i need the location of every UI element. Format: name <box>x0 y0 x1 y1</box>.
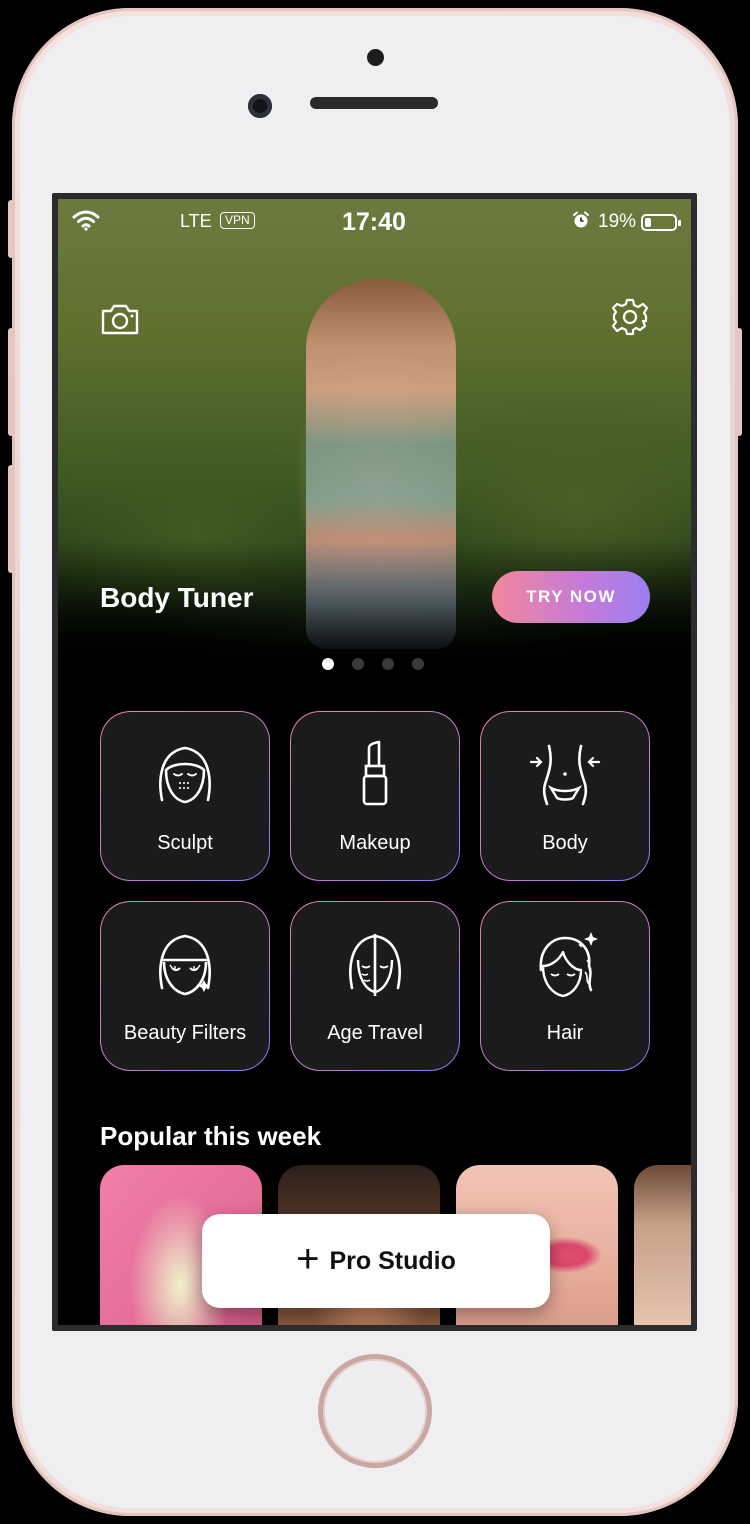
gear-icon <box>611 298 649 336</box>
clock: 17:40 <box>342 208 406 236</box>
face-sculpt-icon <box>159 746 211 804</box>
feature-sculpt[interactable]: Sculpt <box>100 711 270 881</box>
pro-studio-button[interactable]: + Pro Studio <box>202 1214 550 1308</box>
hero-banner[interactable]: LTE VPN 17:40 19% Body Tuner TRY NOW <box>58 199 691 661</box>
feature-label: Age Travel <box>327 1022 423 1044</box>
battery-icon <box>641 214 681 231</box>
lipstick-icon <box>362 740 388 806</box>
feature-label: Body <box>542 832 588 854</box>
pagination-dot[interactable] <box>412 658 424 670</box>
feature-label: Sculpt <box>157 832 213 854</box>
battery-percent: 19% <box>598 211 637 232</box>
front-camera <box>248 94 272 118</box>
feature-label: Makeup <box>339 832 411 854</box>
feature-body[interactable]: Body <box>480 711 650 881</box>
earpiece-speaker <box>310 97 438 109</box>
pagination-dot[interactable] <box>382 658 394 670</box>
pro-studio-label: Pro Studio <box>329 1246 456 1275</box>
try-now-button[interactable]: TRY NOW <box>492 571 650 623</box>
camera-icon <box>101 304 139 335</box>
proximity-sensor <box>367 49 384 66</box>
popular-section-title: Popular this week <box>100 1121 322 1151</box>
feature-hair[interactable]: Hair <box>480 901 650 1071</box>
hero-title: Body Tuner <box>100 582 254 613</box>
pagination-dot[interactable] <box>322 658 334 670</box>
feature-makeup[interactable]: Makeup <box>290 711 460 881</box>
feature-label: Hair <box>546 1022 584 1044</box>
app-screen: LTE VPN 17:40 19% Body Tuner TRY NOW Scu… <box>52 193 697 1331</box>
status-bar: LTE VPN 17:40 19% <box>58 199 691 243</box>
wifi-icon <box>72 210 100 231</box>
home-button[interactable] <box>318 1354 432 1468</box>
alarm-icon <box>573 211 589 228</box>
power-button <box>736 328 742 436</box>
half-face-icon <box>349 934 401 996</box>
popular-card[interactable] <box>634 1165 691 1325</box>
feature-label: Beauty Filters <box>123 1022 247 1044</box>
plus-icon: + <box>296 1237 320 1281</box>
camera-button[interactable] <box>98 297 142 341</box>
volume-up-button <box>8 328 14 436</box>
volume-down-button <box>8 465 14 573</box>
settings-button[interactable] <box>608 295 652 339</box>
carrier-label: LTE <box>180 211 212 231</box>
waist-icon <box>529 744 601 806</box>
mute-switch <box>8 200 14 258</box>
pagination-dot[interactable] <box>352 658 364 670</box>
battery-fill <box>645 218 652 227</box>
feature-beauty-filters[interactable]: Beauty Filters <box>100 901 270 1071</box>
hair-sparkle-icon <box>539 932 598 998</box>
carousel-pagination <box>58 658 691 672</box>
vpn-badge: VPN <box>220 212 255 229</box>
feature-age-travel[interactable]: Age Travel <box>290 901 460 1071</box>
face-sparkle-icon <box>159 934 211 996</box>
